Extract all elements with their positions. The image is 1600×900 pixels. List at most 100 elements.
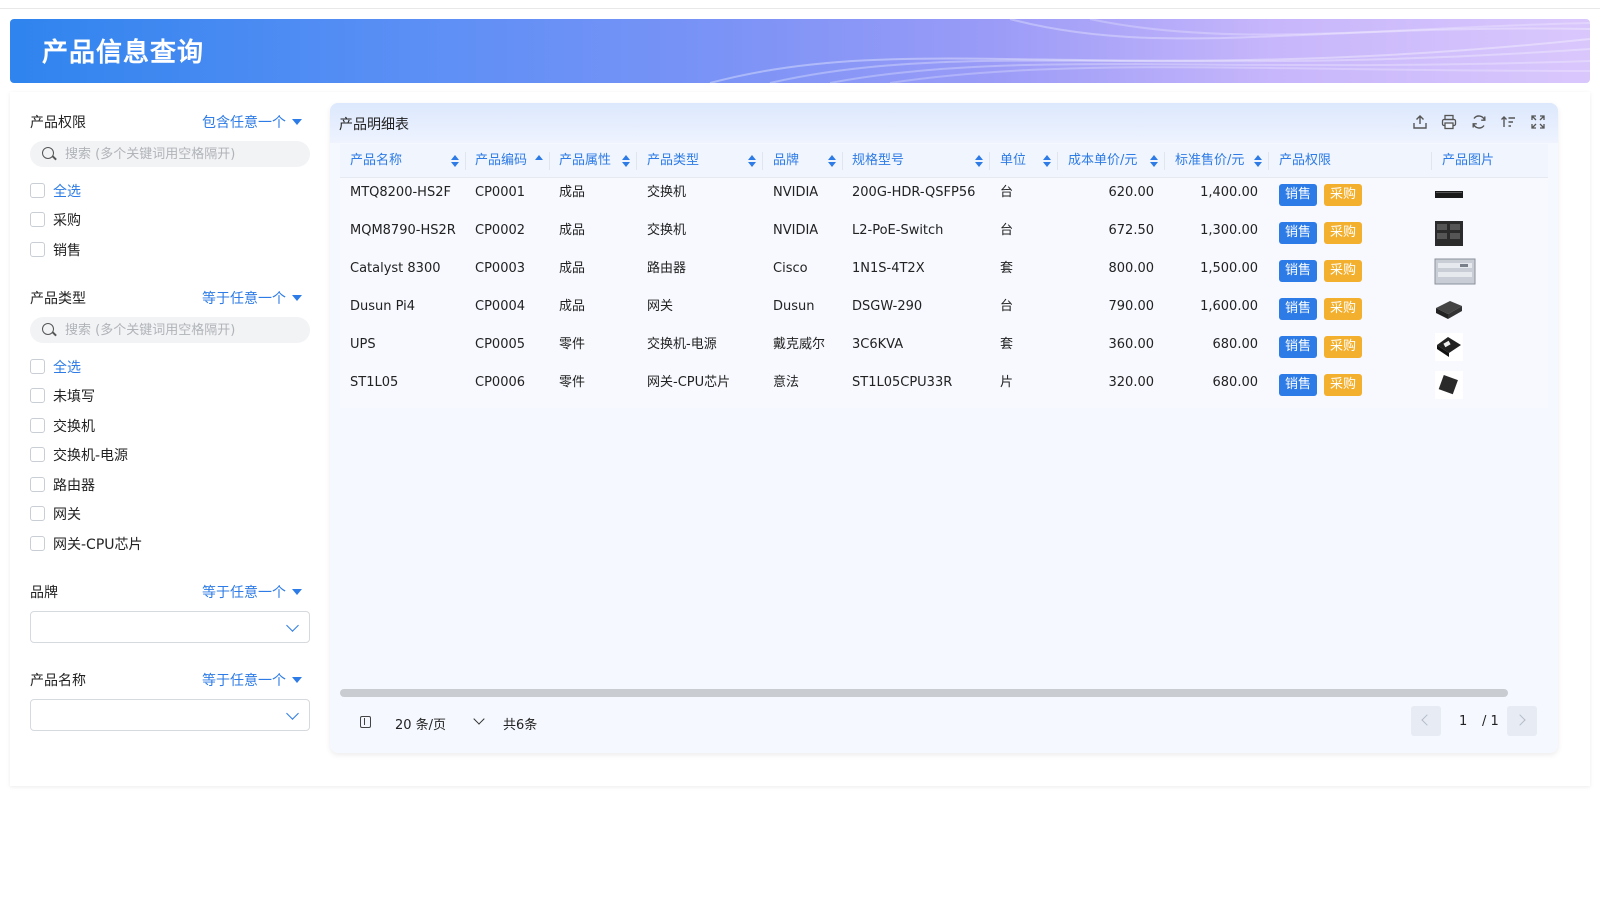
col-header-code[interactable]: 产品编码 — [475, 144, 527, 178]
product-image-chip[interactable] — [1434, 370, 1464, 400]
checkbox[interactable] — [30, 388, 45, 403]
product-table-panel: 产品明细表 产品名称 产品编码 产品属性 产品类型 品牌 规格型号 单位 成本单… — [330, 103, 1558, 753]
filter-permission-label: 产品权限 — [30, 115, 86, 131]
sort-icon[interactable] — [1043, 155, 1051, 167]
filter-permission-header: 产品权限 包含任意一个 — [30, 112, 310, 132]
sort-icon[interactable] — [748, 155, 756, 167]
table-row[interactable]: Dusun Pi4 CP0004 成品 网关 Dusun DSGW-290 台 … — [340, 292, 1548, 330]
checkbox[interactable] — [30, 212, 45, 227]
col-header-brand[interactable]: 品牌 — [773, 144, 799, 178]
current-page[interactable]: 1 — [1459, 714, 1467, 729]
checkbox[interactable] — [30, 477, 45, 492]
total-pages: / 1 — [1482, 714, 1499, 729]
total-count: 共6条 — [503, 718, 538, 733]
filter-permission-search-input[interactable] — [65, 144, 295, 164]
next-page-button[interactable] — [1507, 706, 1537, 736]
col-header-unit[interactable]: 单位 — [1000, 144, 1026, 178]
permission-tag-sale: 销售 — [1279, 336, 1318, 358]
caret-down-icon — [292, 677, 302, 683]
sort-icon[interactable] — [828, 155, 836, 167]
permission-tag-purchase: 采购 — [1324, 222, 1363, 244]
table-row[interactable]: Catalyst 8300 CP0003 成品 路由器 Cisco 1N1S-4… — [340, 254, 1548, 292]
product-image-router-rack[interactable] — [1434, 256, 1476, 286]
sort-icon[interactable] — [1150, 155, 1158, 167]
filter-name-operator[interactable]: 等于任意一个 — [202, 670, 302, 690]
col-header-type[interactable]: 产品类型 — [647, 144, 699, 178]
chevron-down-icon[interactable] — [473, 713, 485, 725]
permission-tag-purchase: 采购 — [1324, 260, 1363, 282]
column-toggle-icon[interactable] — [360, 716, 371, 728]
filter-type-operator[interactable]: 等于任意一个 — [202, 288, 302, 308]
permission-tag-sale: 销售 — [1279, 298, 1318, 320]
col-header-name[interactable]: 产品名称 — [350, 144, 402, 178]
product-image-power-module[interactable] — [1434, 332, 1464, 362]
table-row[interactable]: ST1L05 CP0006 零件 网关-CPU芯片 意法 ST1L05CPU33… — [340, 368, 1548, 406]
filter-permission-search[interactable] — [30, 141, 310, 167]
print-icon[interactable] — [1441, 114, 1459, 132]
table-row[interactable]: UPS CP0005 零件 交换机-电源 戴克威尔 3C6KVA 套 360.0… — [340, 330, 1548, 368]
col-header-cost[interactable]: 成本单价/元 — [1068, 144, 1137, 178]
permission-tag-purchase: 采购 — [1324, 336, 1363, 358]
filter-permission-operator[interactable]: 包含任意一个 — [202, 112, 302, 132]
panel-header: 产品明细表 — [330, 103, 1558, 143]
col-header-permission: 产品权限 — [1279, 153, 1332, 168]
product-image-gateway-box[interactable] — [1434, 294, 1464, 324]
page-title: 产品信息查询 — [42, 38, 205, 68]
filter-name-header: 产品名称 等于任意一个 — [30, 670, 310, 690]
filter-brand-label: 品牌 — [30, 585, 58, 601]
permission-tag-sale: 销售 — [1279, 222, 1318, 244]
page-size-select[interactable]: 20 条/页 — [395, 714, 446, 733]
checkbox[interactable] — [30, 418, 45, 433]
checkbox[interactable] — [30, 447, 45, 462]
filter-brand-operator[interactable]: 等于任意一个 — [202, 582, 302, 602]
checkbox[interactable] — [30, 536, 45, 551]
sort-icon[interactable] — [1254, 155, 1262, 167]
prev-page-button[interactable] — [1411, 706, 1441, 736]
filter-type-header: 产品类型 等于任意一个 — [30, 288, 310, 308]
checkbox[interactable] — [30, 242, 45, 257]
permission-tag-sale: 销售 — [1279, 374, 1318, 396]
top-divider — [0, 8, 1600, 9]
search-icon — [42, 147, 54, 159]
export-icon[interactable] — [1412, 114, 1430, 132]
chevron-down-icon — [286, 707, 299, 720]
chevron-down-icon — [286, 619, 299, 632]
filter-type-search-input[interactable] — [65, 320, 295, 340]
filter-brand-header: 品牌 等于任意一个 — [30, 582, 310, 602]
checkbox[interactable] — [30, 359, 45, 374]
caret-down-icon — [292, 589, 302, 595]
table-row[interactable]: MQM8790-HS2R CP0002 成品 交换机 NVIDIA L2-PoE… — [340, 216, 1548, 254]
table-row[interactable]: MTQ8200-HS2F CP0001 成品 交换机 NVIDIA 200G-H… — [340, 178, 1548, 216]
col-header-attr[interactable]: 产品属性 — [559, 144, 611, 178]
banner-wave-decoration — [709, 19, 1590, 83]
permission-tag-purchase: 采购 — [1324, 374, 1363, 396]
filter-type-label: 产品类型 — [30, 291, 86, 307]
permission-tag-sale: 销售 — [1279, 184, 1318, 206]
col-header-price[interactable]: 标准售价/元 — [1175, 144, 1244, 178]
permission-tag-purchase: 采购 — [1324, 184, 1363, 206]
checkbox[interactable] — [30, 506, 45, 521]
horizontal-scrollbar[interactable] — [340, 689, 1508, 697]
chevron-right-icon — [1514, 714, 1526, 726]
search-icon — [42, 323, 54, 335]
permission-tag-purchase: 采购 — [1324, 298, 1363, 320]
product-image-switch-ports[interactable] — [1434, 218, 1464, 248]
table-header: 产品名称 产品编码 产品属性 产品类型 品牌 规格型号 单位 成本单价/元 标准… — [340, 144, 1548, 178]
sort-icon[interactable] — [451, 155, 459, 167]
refresh-icon[interactable] — [1471, 114, 1489, 132]
column-sort-icon[interactable] — [1500, 114, 1518, 132]
permission-tag-sale: 销售 — [1279, 260, 1318, 282]
filter-type-search[interactable] — [30, 317, 310, 343]
page-banner: 产品信息查询 — [10, 19, 1590, 83]
sort-icon[interactable] — [622, 155, 630, 167]
filter-brand-select[interactable] — [30, 611, 310, 643]
product-image-switch-thin[interactable] — [1434, 180, 1464, 210]
checkbox[interactable] — [30, 183, 45, 198]
caret-down-icon — [292, 295, 302, 301]
filter-name-select[interactable] — [30, 699, 310, 731]
sort-icon[interactable] — [975, 155, 983, 167]
caret-down-icon — [292, 119, 302, 125]
fullscreen-icon[interactable] — [1530, 114, 1548, 132]
col-header-model[interactable]: 规格型号 — [852, 144, 904, 178]
sort-ascending-icon[interactable] — [535, 155, 543, 167]
